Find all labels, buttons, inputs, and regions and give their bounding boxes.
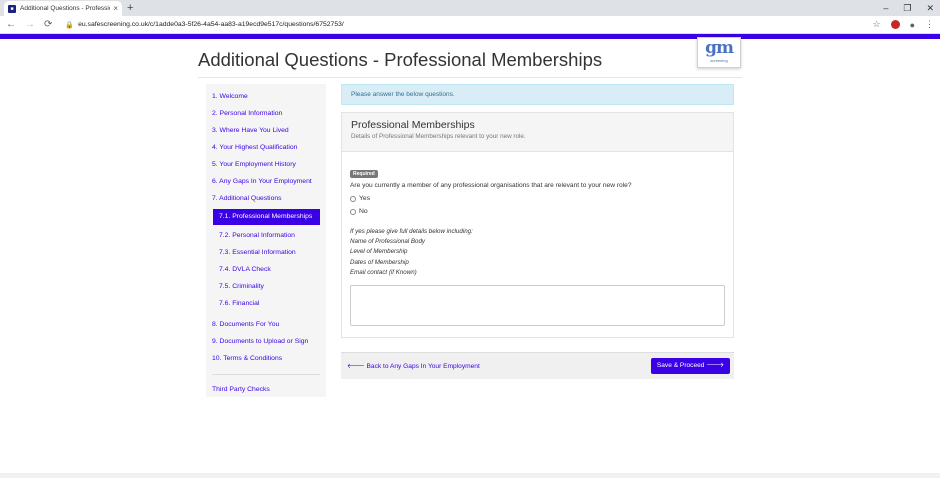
hint-line: Name of Professional Body: [350, 238, 425, 246]
panel-body: Required Are you currently a member of a…: [342, 152, 733, 337]
sidebar-item-professional-memberships[interactable]: 7.1. Professional Memberships: [213, 209, 320, 225]
option-yes[interactable]: Yes: [350, 195, 725, 202]
arrow-left-icon: 🡐: [347, 363, 367, 370]
sidebar-item-criminality[interactable]: 7.5. Criminality: [206, 278, 326, 295]
sidebar-item-employment-gaps[interactable]: 6. Any Gaps In Your Employment: [206, 173, 326, 190]
sidebar-item-personal-information[interactable]: 2. Personal Information: [206, 105, 326, 122]
sidebar-item-third-party-checks[interactable]: Third Party Checks: [206, 381, 326, 398]
option-yes-label[interactable]: Yes: [359, 195, 370, 202]
sidebar-item-documents-upload[interactable]: 9. Documents to Upload or Sign: [206, 333, 326, 350]
back-arrow-icon[interactable]: ←: [6, 19, 16, 30]
new-tab-button[interactable]: +: [127, 0, 133, 16]
logo-subtext: screening: [710, 58, 728, 63]
save-proceed-button[interactable]: Save & Proceed 🡒: [650, 358, 730, 374]
sidebar-item-terms[interactable]: 10. Terms & Conditions: [206, 350, 326, 367]
sidebar-item-qualification[interactable]: 4. Your Highest Qualification: [206, 139, 326, 156]
forward-arrow-icon[interactable]: →: [25, 19, 35, 30]
browser-toolbar: ← → ⟳ 🔒 eu.safescreening.co.uk/c/1adde0a…: [0, 16, 940, 34]
details-hint: If yes please give full details below in…: [350, 227, 725, 278]
save-proceed-label[interactable]: Save & Proceed: [657, 362, 705, 369]
page-title: Additional Questions - Professional Memb…: [198, 49, 603, 70]
sidebar-item-welcome[interactable]: 1. Welcome: [206, 88, 326, 105]
logo-mark: gm: [705, 38, 734, 58]
hint-line: Dates of Membership: [350, 258, 409, 266]
main-content: Please answer the below questions. Profe…: [341, 84, 734, 379]
panel-header: Professional Memberships Details of Prof…: [342, 113, 733, 152]
required-badge: Required: [350, 170, 378, 178]
bookmark-star-icon[interactable]: ☆: [872, 19, 880, 30]
form-footer: 🡐 Back to Any Gaps In Your Employment Sa…: [341, 352, 734, 379]
page-content: gm screening Additional Questions - Prof…: [0, 37, 940, 478]
tab-title: Additional Questions - Professio: [20, 5, 111, 12]
extension-icon[interactable]: [890, 20, 900, 29]
sidebar-item-essential-information[interactable]: 7.3. Essential Information: [206, 244, 326, 261]
radio-yes[interactable]: [350, 195, 356, 202]
question-panel: Professional Memberships Details of Prof…: [341, 112, 734, 338]
hint-line: If yes please give full details below in…: [350, 228, 473, 235]
sidebar-nav: 1. Welcome 2. Personal Information 3. Wh…: [206, 84, 326, 397]
panel-subtitle: Details of Professional Memberships rele…: [351, 133, 526, 140]
restore-button[interactable]: ❐: [903, 0, 911, 16]
close-window-button[interactable]: ✕: [926, 0, 934, 16]
hint-line: Level of Membership: [350, 248, 408, 256]
bottom-strip: [0, 473, 940, 478]
back-link-label[interactable]: Back to Any Gaps In Your Employment: [367, 363, 480, 370]
question-text: Are you currently a member of any profes…: [350, 182, 632, 189]
details-textarea[interactable]: [350, 285, 725, 327]
arrow-right-icon: 🡒: [704, 362, 724, 369]
radio-no[interactable]: [350, 208, 356, 215]
back-link[interactable]: 🡐 Back to Any Gaps In Your Employment: [347, 362, 480, 370]
sidebar-divider: [212, 374, 320, 375]
sidebar-item-employment-history[interactable]: 5. Your Employment History: [206, 156, 326, 173]
account-icon[interactable]: ●: [910, 20, 915, 30]
minimize-button[interactable]: –: [883, 0, 888, 16]
menu-dots-icon[interactable]: ⋮: [925, 19, 934, 30]
tab-close-icon[interactable]: ×: [113, 4, 118, 13]
reload-icon[interactable]: ⟳: [44, 19, 52, 30]
lock-icon[interactable]: 🔒: [65, 21, 74, 29]
sidebar-item-additional-questions[interactable]: 7. Additional Questions: [206, 190, 326, 207]
hint-line: Email contact (if Known): [350, 268, 417, 276]
info-alert: Please answer the below questions.: [341, 84, 734, 105]
browser-tab[interactable]: ■ Additional Questions - Professio ×: [4, 1, 122, 16]
title-divider: [198, 77, 742, 78]
company-logo: gm screening: [697, 37, 741, 68]
sidebar-item-financial[interactable]: 7.6. Financial: [206, 295, 326, 312]
sidebar-item-dvla-check[interactable]: 7.4. DVLA Check: [206, 261, 326, 278]
sidebar-item-documents-for-you[interactable]: 8. Documents For You: [206, 316, 326, 333]
browser-tab-strip: ■ Additional Questions - Professio × + –…: [0, 0, 940, 16]
sidebar-item-where-lived[interactable]: 3. Where Have You Lived: [206, 122, 326, 139]
option-no-label[interactable]: No: [359, 208, 368, 215]
panel-title: Professional Memberships: [351, 119, 475, 131]
site-favicon-icon: ■: [8, 4, 16, 13]
option-no[interactable]: No: [350, 208, 725, 215]
sidebar-item-sub-personal-information[interactable]: 7.2. Personal Information: [206, 227, 326, 244]
address-bar[interactable]: eu.safescreening.co.uk/c/1adde0a3-5f26-4…: [78, 21, 862, 28]
